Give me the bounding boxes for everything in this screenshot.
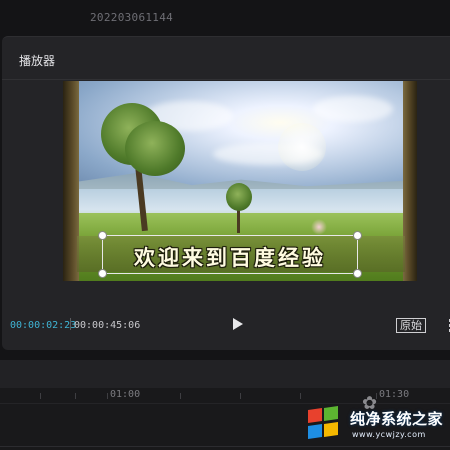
ruler-tick [180, 393, 181, 399]
ruler-label: 01:00 [110, 389, 141, 400]
resize-handle-top-right[interactable] [353, 231, 362, 240]
ratio-button[interactable]: 原始 [396, 318, 426, 333]
play-icon[interactable] [233, 318, 243, 330]
total-duration: 00:00:45:06 [74, 320, 141, 331]
ruler-tick [240, 393, 241, 399]
timeline-toolbar [0, 360, 450, 388]
preview-lens-flare [311, 219, 327, 235]
preview-cloud [313, 96, 393, 122]
divider [2, 79, 450, 80]
preview-tree-crown [226, 183, 252, 211]
resize-handle-bottom-left[interactable] [98, 269, 107, 278]
preview-sun [278, 123, 326, 171]
player-title: 播放器 [19, 54, 56, 68]
site-watermark: 纯净系统之家 www.ycwjzy.com [305, 404, 450, 448]
preview-frame-right [403, 81, 417, 281]
ruler-tick [75, 393, 76, 399]
logo-tile [324, 422, 338, 437]
logo-tile [308, 408, 322, 423]
windows-logo-icon [305, 406, 347, 446]
time-separator [70, 318, 71, 330]
resize-handle-bottom-right[interactable] [353, 269, 362, 278]
player-panel: 播放器 欢迎来到百度经验 00:00:02:23 00:00:45:06 原始 [2, 36, 450, 350]
ruler-tick [107, 393, 108, 399]
logo-tile [308, 424, 322, 439]
caption-text[interactable]: 欢迎来到百度经验 [103, 242, 357, 272]
logo-tile [324, 406, 338, 421]
project-name: 202203061144 [90, 11, 174, 24]
caption-selection-box[interactable]: 欢迎来到百度经验 [98, 231, 362, 278]
video-preview[interactable]: 欢迎来到百度经验 [63, 81, 417, 281]
ruler-label: 01:30 [379, 389, 410, 400]
ruler-tick [300, 393, 301, 399]
preview-tree-crown [125, 121, 185, 176]
watermark-name: 纯净系统之家 [350, 410, 444, 428]
more-icon[interactable] [443, 319, 450, 332]
timeline-ruler[interactable]: 01:00 01:30 [0, 388, 450, 404]
ruler-tick [40, 393, 41, 399]
editor-window: 202203061144 播放器 欢迎来到百度经验 00:00:02:23 00… [0, 0, 450, 450]
watermark-url: www.ycwjzy.com [352, 430, 426, 439]
current-time: 00:00:02:23 [10, 320, 77, 331]
resize-handle-top-left[interactable] [98, 231, 107, 240]
